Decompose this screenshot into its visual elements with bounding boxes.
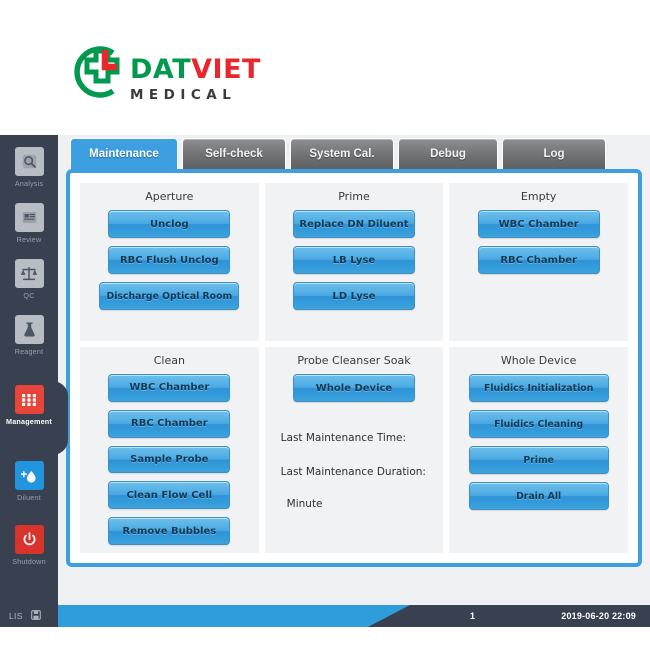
sidebar-item-label: Reagent bbox=[14, 347, 44, 356]
maintenance-grid: Aperture Unclog RBC Flush Unclog Dischar… bbox=[74, 177, 634, 559]
panel-clean: Clean WBC Chamber RBC Chamber Sample Pro… bbox=[80, 347, 259, 553]
power-icon bbox=[14, 525, 44, 554]
sidebar-nav: Analysis Review QC Reagent Management Di… bbox=[0, 135, 58, 605]
sidebar-item-label: Analysis bbox=[14, 179, 44, 188]
tab-debug[interactable]: Debug bbox=[398, 138, 498, 169]
button-discharge-optical-room[interactable]: Discharge Optical Room bbox=[99, 282, 240, 310]
analysis-icon bbox=[14, 147, 44, 176]
panel-aperture: Aperture Unclog RBC Flush Unclog Dischar… bbox=[80, 183, 259, 341]
logo: DATVIET MEDICAL bbox=[68, 42, 261, 103]
button-fluidics-initialization[interactable]: Fluidics Initialization bbox=[468, 374, 609, 402]
sidebar-item-label: Diluent bbox=[17, 493, 41, 502]
sidebar-item-reagent[interactable]: Reagent bbox=[0, 315, 58, 356]
lis-icon[interactable]: LIS bbox=[9, 611, 23, 621]
status-progress-band bbox=[58, 605, 410, 627]
cross-with-l-icon bbox=[68, 42, 126, 102]
application-window: Analysis Review QC Reagent Management Di… bbox=[0, 135, 650, 605]
button-clean-rbc-chamber[interactable]: RBC Chamber bbox=[108, 409, 231, 438]
tab-log[interactable]: Log bbox=[502, 138, 606, 169]
panel-probe-cleanser-soak: Probe Cleanser Soak Whole Device Last Ma… bbox=[264, 347, 444, 553]
button-replace-dn-diluent[interactable]: Replace DN Diluent bbox=[292, 210, 415, 238]
status-timestamp: 2019-06-20 22:09 bbox=[561, 611, 636, 621]
panel-title: Empty bbox=[520, 190, 557, 203]
button-lb-lyse[interactable]: LB Lyse bbox=[292, 246, 415, 274]
status-count: 1 bbox=[470, 611, 476, 621]
button-prime[interactable]: Prime bbox=[468, 446, 609, 474]
status-bar-left: LIS bbox=[0, 605, 58, 627]
sidebar-item-label: Review bbox=[16, 235, 42, 244]
save-icon[interactable] bbox=[30, 610, 41, 622]
sidebar-item-label: Management bbox=[6, 417, 52, 426]
tab-self-check[interactable]: Self-check bbox=[182, 138, 286, 169]
panel-title: Probe Cleanser Soak bbox=[297, 354, 411, 367]
soak-info: Last Maintenance Time: Last Maintenance … bbox=[265, 410, 444, 510]
panel-title: Whole Device bbox=[500, 354, 577, 367]
sidebar-item-qc[interactable]: QC bbox=[0, 259, 58, 300]
sidebar-item-review[interactable]: Review bbox=[0, 203, 58, 244]
review-icon bbox=[14, 203, 44, 232]
water-drop-plus-icon bbox=[14, 461, 44, 490]
button-soak-whole-device[interactable]: Whole Device bbox=[292, 374, 415, 402]
grid-apps-icon bbox=[14, 385, 44, 414]
button-empty-rbc-chamber[interactable]: RBC Chamber bbox=[477, 246, 600, 274]
last-maintenance-duration-label: Last Maintenance Duration: bbox=[280, 466, 426, 478]
panel-title: Clean bbox=[153, 354, 185, 367]
button-drain-all[interactable]: Drain All bbox=[468, 482, 609, 510]
brand-header: DATVIET MEDICAL bbox=[0, 0, 650, 135]
panel-prime: Prime Replace DN Diluent LB Lyse LD Lyse bbox=[264, 183, 444, 341]
tab-system-cal[interactable]: System Cal. bbox=[290, 138, 394, 169]
page-bottom-margin bbox=[0, 627, 650, 650]
sidebar-item-label: QC bbox=[23, 291, 35, 300]
button-remove-bubbles[interactable]: Remove Bubbles bbox=[108, 517, 231, 545]
button-empty-wbc-chamber[interactable]: WBC Chamber bbox=[477, 210, 600, 238]
button-clean-flow-cell[interactable]: Clean Flow Cell bbox=[108, 481, 231, 510]
sidebar-item-label: Shutdown bbox=[12, 557, 46, 566]
panel-whole-device: Whole Device Fluidics Initialization Flu… bbox=[449, 347, 628, 553]
logo-subtitle: MEDICAL bbox=[130, 87, 237, 103]
last-maintenance-time-label: Last Maintenance Time: bbox=[280, 432, 407, 444]
status-bar: LIS 1 2019-06-20 22:09 bbox=[0, 605, 650, 627]
button-sample-probe[interactable]: Sample Probe bbox=[108, 445, 231, 474]
sidebar-item-analysis[interactable]: Analysis bbox=[0, 147, 58, 188]
minute-label: Minute bbox=[286, 498, 323, 510]
tab-maintenance[interactable]: Maintenance bbox=[70, 138, 178, 169]
button-unclog[interactable]: Unclog bbox=[108, 210, 231, 238]
scales-icon bbox=[14, 259, 44, 288]
panel-empty: Empty WBC Chamber RBC Chamber bbox=[449, 183, 628, 341]
button-clean-wbc-chamber[interactable]: WBC Chamber bbox=[108, 374, 231, 402]
tab-bar: Maintenance Self-check System Cal. Debug… bbox=[58, 135, 650, 170]
panel-title: Aperture bbox=[145, 190, 194, 203]
sidebar-item-management[interactable]: Management bbox=[0, 385, 58, 426]
flask-icon bbox=[14, 315, 44, 344]
button-ld-lyse[interactable]: LD Lyse bbox=[292, 282, 415, 310]
sidebar-item-shutdown[interactable]: Shutdown bbox=[0, 525, 58, 566]
logo-text-viet: VIET bbox=[191, 54, 261, 85]
panel-title: Prime bbox=[338, 190, 370, 203]
button-rbc-flush-unclog[interactable]: RBC Flush Unclog bbox=[108, 246, 231, 274]
button-fluidics-cleaning[interactable]: Fluidics Cleaning bbox=[468, 410, 609, 438]
sidebar-item-diluent[interactable]: Diluent bbox=[0, 461, 58, 502]
content-frame: Aperture Unclog RBC Flush Unclog Dischar… bbox=[66, 169, 642, 567]
logo-text-dat: DAT bbox=[130, 54, 192, 85]
